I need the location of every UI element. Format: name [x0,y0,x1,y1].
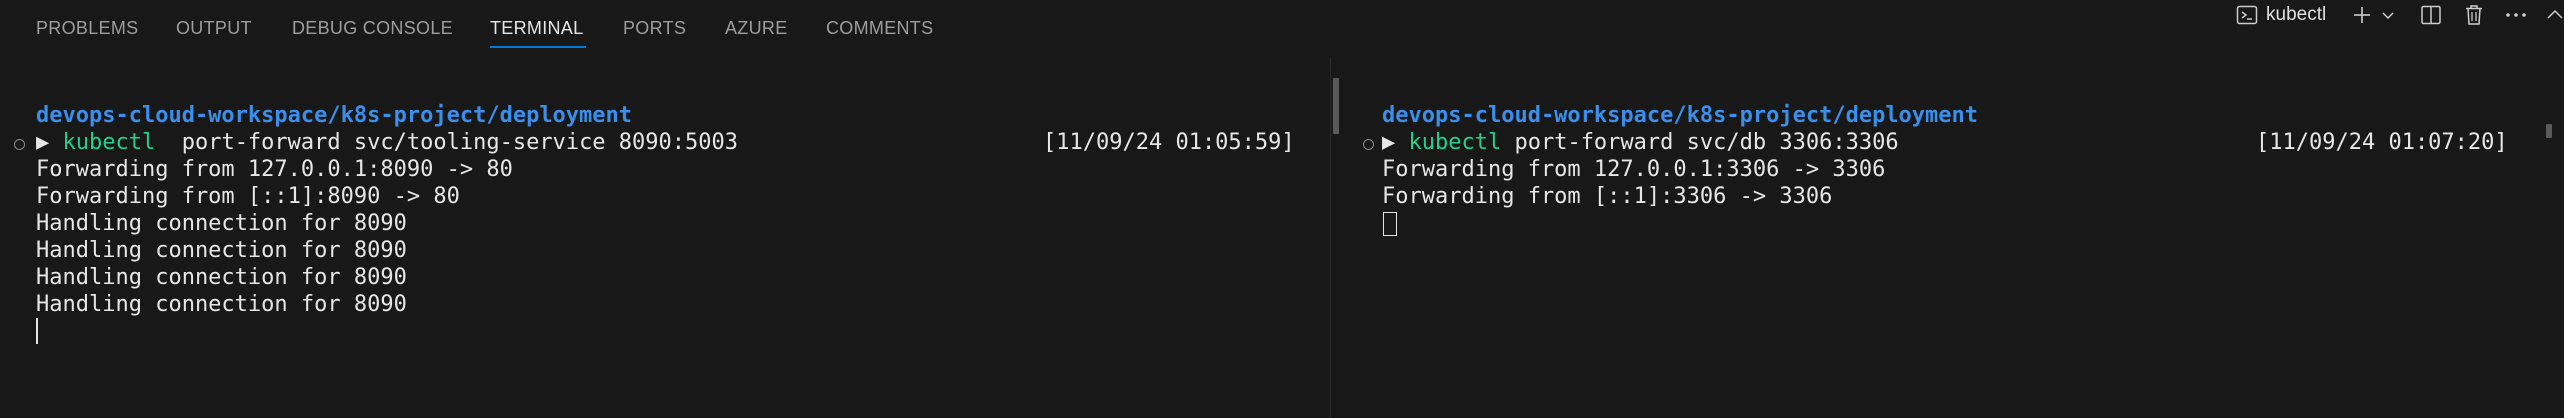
new-terminal-button[interactable] [2350,0,2374,30]
text-cursor [1383,212,1397,236]
tab-ports[interactable]: PORTS [623,18,686,39]
active-tab-indicator [490,46,586,48]
pane-divider[interactable] [1330,58,1331,418]
scrollbar-thumb-left[interactable] [1333,78,1339,134]
command-line: ▶ kubectl port-forward svc/db 3306:3306 [1382,129,1899,156]
terminal-pane-right[interactable]: devops-cloud-workspace/k8s-project/deplo… [1350,58,2564,418]
tab-debug-console[interactable]: DEBUG CONSOLE [292,18,453,39]
command-decoration-icon[interactable] [14,139,25,150]
terminal-icon [2236,4,2258,26]
cwd-path: devops-cloud-workspace/k8s-project/deplo… [1382,103,1979,128]
maximize-panel-button[interactable] [2546,0,2564,30]
text-cursor [36,318,38,344]
prompt-arrow: ▶ [1382,130,1396,155]
split-editor-icon [2420,4,2442,26]
terminal-selector[interactable]: kubectl [2236,0,2326,30]
tab-problems[interactable]: PROBLEMS [36,18,138,39]
output-line: Forwarding from 127.0.0.1:3306 -> 3306 [1382,157,1886,182]
tab-output[interactable]: OUTPUT [176,18,252,39]
split-terminal-button[interactable] [2418,0,2444,30]
output-line: Forwarding from 127.0.0.1:8090 -> 80 [36,157,513,182]
command-args: port-forward svc/db 3306:3306 [1501,130,1899,155]
cwd-path: devops-cloud-workspace/k8s-project/deplo… [36,103,633,128]
output-line: Handling connection for 8090 [36,211,407,236]
panel-tab-bar: PROBLEMS OUTPUT DEBUG CONSOLE TERMINAL P… [0,0,2564,58]
plus-icon [2352,5,2372,25]
output-line: Handling connection for 8090 [36,238,407,263]
command-line: ▶ kubectl port-forward svc/tooling-servi… [36,129,738,156]
prompt-arrow: ▶ [36,130,50,155]
chevron-down-icon [2381,8,2395,22]
kill-terminal-button[interactable] [2461,0,2487,30]
more-icon [2505,12,2527,18]
terminal-pane-left[interactable]: devops-cloud-workspace/k8s-project/deplo… [0,58,1339,418]
terminal-name-label: kubectl [2266,4,2327,25]
launch-profile-dropdown[interactable] [2380,0,2396,30]
command-name: kubectl [62,130,156,155]
output-line: Forwarding from [::1]:3306 -> 3306 [1382,184,1833,209]
terminal-panel: PROBLEMS OUTPUT DEBUG CONSOLE TERMINAL P… [0,0,2564,418]
tab-azure[interactable]: AZURE [725,18,788,39]
scrollbar-thumb-right[interactable] [2546,124,2552,138]
command-decoration-icon[interactable] [1363,139,1374,150]
output-line: Handling connection for 8090 [36,292,407,317]
tab-terminal[interactable]: TERMINAL [490,18,583,39]
command-name: kubectl [1408,130,1502,155]
output-line: Forwarding from [::1]:8090 -> 80 [36,184,460,209]
more-actions-button[interactable] [2503,0,2529,30]
command-timestamp: [11/09/24 01:05:59] [1043,130,1295,155]
trash-icon [2464,4,2484,26]
maximize-icon [2546,8,2564,22]
command-timestamp: [11/09/24 01:07:20] [2256,130,2508,155]
output-line: Handling connection for 8090 [36,265,407,290]
tab-comments[interactable]: COMMENTS [826,18,933,39]
command-args: port-forward svc/tooling-service 8090:50… [155,130,739,155]
